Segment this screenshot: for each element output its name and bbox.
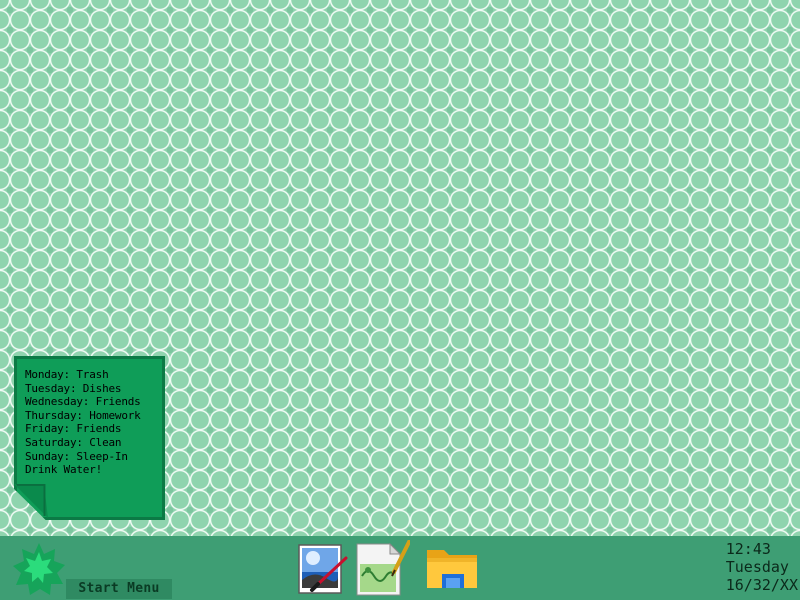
sticky-note-line: Monday: Trash — [25, 368, 109, 381]
paint-icon — [298, 544, 348, 594]
system-clock[interactable]: 12:43 Tuesday 16/32/XX — [726, 540, 798, 594]
sticky-note-text: Monday: Trash Tuesday: Dishes Wednesday:… — [25, 368, 141, 477]
sticky-note-line: Saturday: Clean — [25, 435, 122, 449]
sticky-note-line: Wednesday: Friends — [25, 395, 141, 409]
sticky-note-line: Tuesday: Dishes — [25, 381, 122, 395]
taskbar-app-file-explorer[interactable] — [424, 540, 480, 596]
notepad-icon — [356, 538, 412, 596]
sticky-note-line: Drink Water! — [25, 463, 103, 477]
start-button[interactable] — [12, 542, 66, 596]
clock-date: 16/32/XX — [725, 576, 798, 594]
sticky-note-line: Sunday: Sleep-In — [25, 449, 128, 463]
clock-time: 12:43 — [725, 540, 771, 558]
sticky-note-line: Thursday: Homework — [25, 408, 141, 422]
file-explorer-icon — [427, 550, 477, 588]
star-badge-icon — [13, 543, 65, 595]
clock-day: Tuesday — [725, 558, 789, 576]
start-menu-button[interactable]: Start Menu — [66, 579, 172, 599]
taskbar-app-notepad[interactable] — [354, 538, 412, 596]
sticky-note-line: Friday: Friends — [25, 422, 122, 436]
taskbar-app-paint[interactable] — [296, 540, 352, 596]
